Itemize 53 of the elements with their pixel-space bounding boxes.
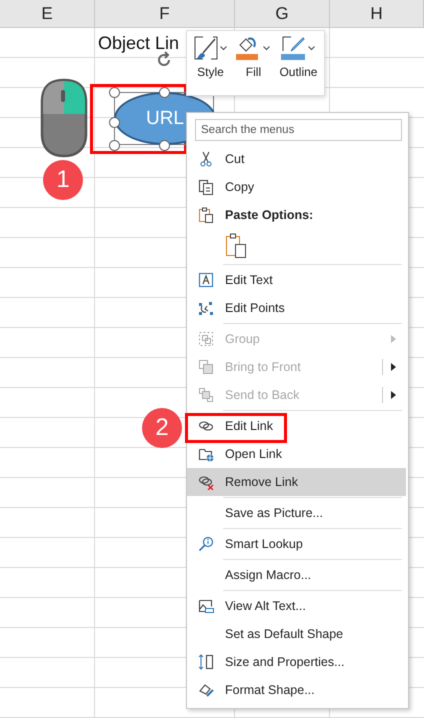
text-box-icon	[198, 272, 214, 288]
rotate-handle-icon[interactable]	[155, 51, 173, 69]
column-header[interactable]: E	[0, 0, 95, 27]
menu-item[interactable]: Size and Properties...	[225, 655, 345, 669]
menu-item[interactable]: Format Shape...	[225, 683, 315, 697]
toolbar-button[interactable]: Outline	[279, 35, 318, 91]
alt-text-icon	[198, 598, 214, 614]
menu-item[interactable]: Cut	[225, 152, 244, 166]
clipboard-icon	[198, 207, 214, 223]
edit-points-icon	[198, 300, 214, 316]
column-header[interactable]: F	[95, 0, 235, 27]
copy-icon	[198, 179, 214, 195]
chevron-down-icon	[308, 46, 316, 50]
menu-item[interactable]: Edit Link	[225, 419, 273, 433]
step-badge: 1	[43, 160, 83, 200]
menu-item[interactable]: Open Link	[225, 447, 282, 461]
step-badge: 2	[142, 408, 182, 448]
search-info-icon	[198, 536, 214, 552]
paste-option-icon[interactable]	[225, 233, 247, 259]
search-field[interactable]: Search the menus	[195, 119, 402, 141]
menu-item[interactable]: View Alt Text...	[225, 599, 306, 613]
resize-handle[interactable]	[159, 87, 170, 98]
resize-handle[interactable]	[159, 140, 170, 151]
menu-item[interactable]: Remove Link	[225, 475, 298, 489]
send-backward-icon	[198, 387, 214, 403]
group-icon	[198, 331, 214, 347]
column-header[interactable]: H	[330, 0, 424, 27]
resize-handle[interactable]	[109, 117, 120, 128]
menu-item[interactable]: Copy	[225, 180, 254, 194]
cell-text: Object Lin	[98, 33, 180, 54]
menu-item[interactable]: Assign Macro...	[225, 568, 312, 582]
resize-handle[interactable]	[109, 87, 120, 98]
column-header[interactable]: G	[235, 0, 330, 27]
menu-item[interactable]: Edit Points	[225, 301, 285, 315]
pencil-icon	[281, 35, 308, 61]
menu-heading: Paste Options:	[225, 208, 314, 222]
size-icon	[198, 654, 214, 670]
format-shape-icon	[198, 682, 214, 698]
chevron-down-icon	[263, 46, 270, 50]
resize-handle[interactable]	[109, 140, 120, 151]
menu-item[interactable]: Save as Picture...	[225, 506, 323, 520]
toolbar-button[interactable]: Fill	[236, 35, 270, 91]
brush-icon	[193, 35, 220, 61]
menu-item[interactable]: Smart Lookup	[225, 537, 303, 551]
open-link-icon	[198, 446, 214, 462]
chevron-down-icon	[220, 46, 228, 50]
mouse-icon	[40, 78, 88, 158]
menu-item[interactable]: Edit Text	[225, 273, 273, 287]
toolbar-button[interactable]: Style	[193, 35, 228, 91]
unlink-icon	[198, 474, 214, 490]
bring-forward-icon	[198, 359, 214, 375]
menu-item[interactable]: Set as Default Shape	[225, 627, 344, 641]
scissors-icon	[198, 151, 214, 167]
